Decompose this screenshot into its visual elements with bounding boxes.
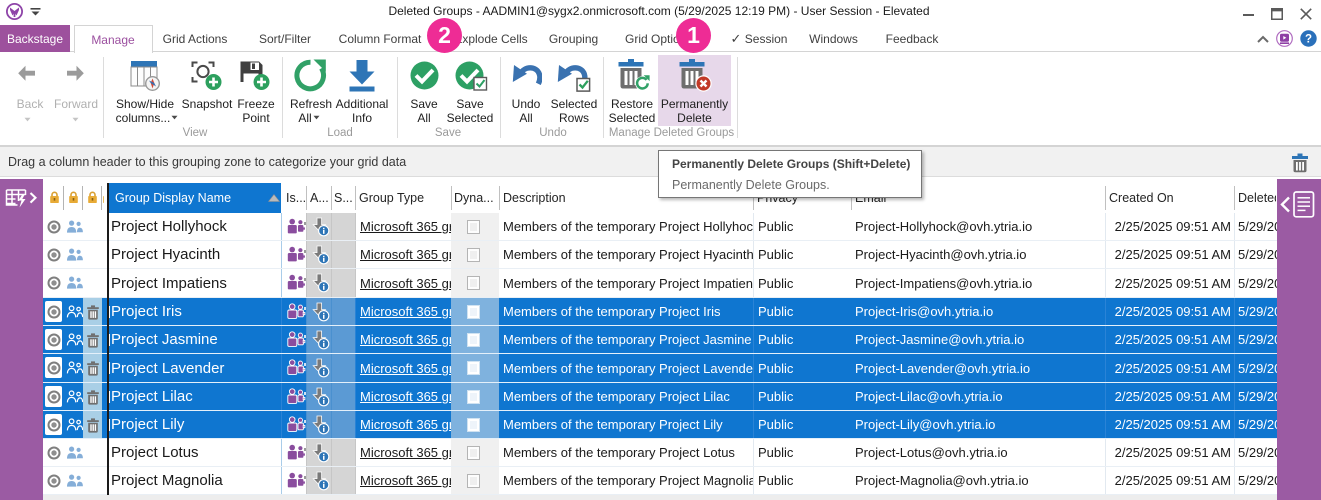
svg-text:?: ? <box>1305 34 1312 46</box>
